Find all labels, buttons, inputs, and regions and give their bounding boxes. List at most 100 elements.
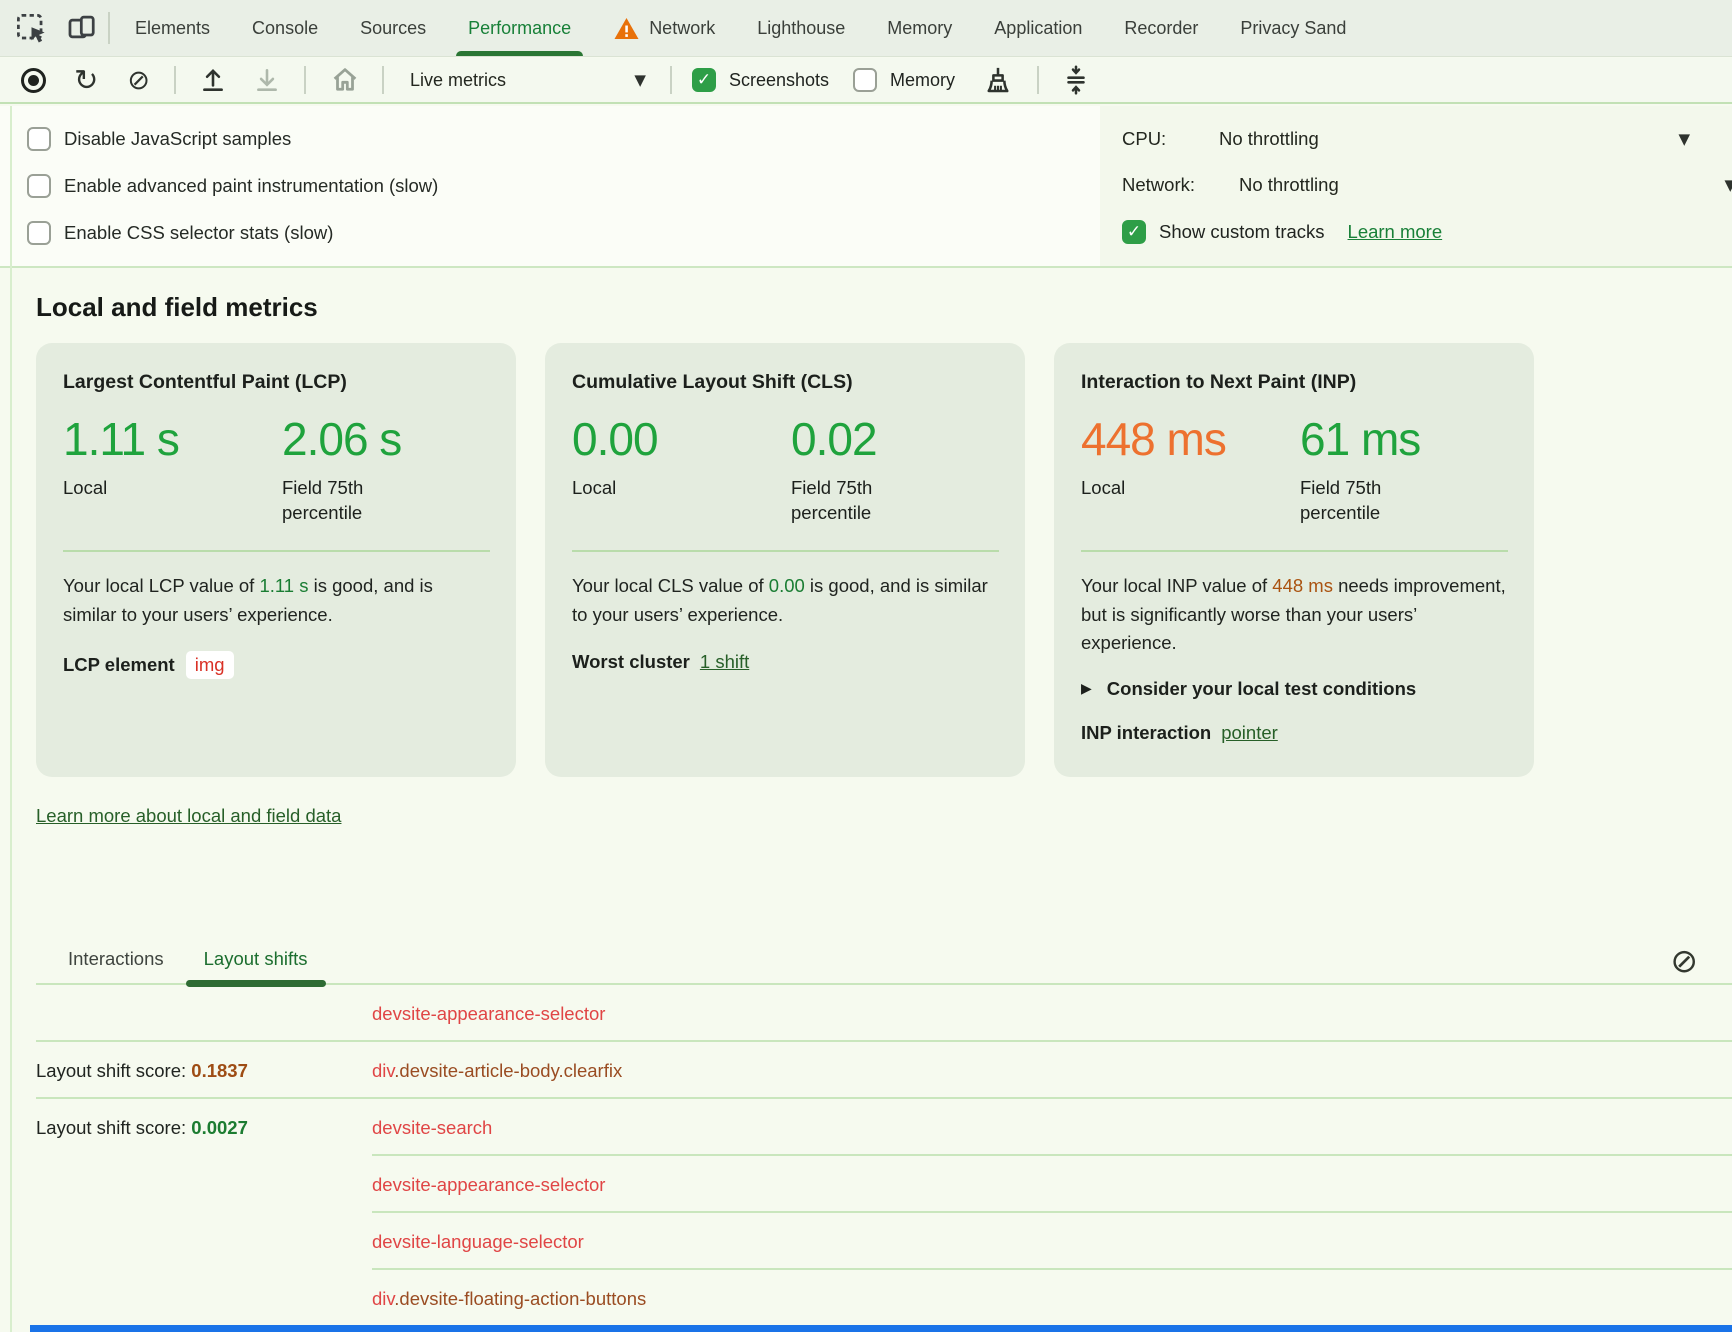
tab-label: Console (252, 18, 318, 39)
chevron-down-icon: ▼ (634, 71, 646, 89)
checkbox-box[interactable]: ✓ (27, 174, 51, 198)
checkbox-label: Disable JavaScript samples (64, 128, 291, 150)
tab-network[interactable]: Network (592, 0, 736, 56)
custom-tracks-learn-more-link[interactable]: Learn more (1348, 221, 1443, 243)
tab-memory[interactable]: Memory (866, 0, 973, 56)
panel-mode-select[interactable]: Live metrics ▼ (392, 70, 660, 91)
network-throttling-label: Network: (1122, 174, 1239, 196)
checkbox-label: Enable CSS selector stats (slow) (64, 222, 333, 244)
divider (572, 550, 999, 552)
inspect-element-icon[interactable] (16, 13, 47, 44)
cpu-throttling-row: CPU: No throttling ▼ (1122, 128, 1732, 150)
logs-tab-bar: InteractionsLayout shifts ⊘ (36, 939, 1732, 985)
chevron-down-icon[interactable]: ▼ (1724, 176, 1732, 194)
setting-checkbox-disable-javascript-samples[interactable]: ✓ Disable JavaScript samples (27, 127, 438, 151)
collect-garbage-icon[interactable] (983, 65, 1013, 95)
record-icon[interactable] (21, 68, 46, 93)
inp-card-title: Interaction to Next Paint (INP) (1081, 371, 1508, 394)
lcp-element-node-badge[interactable]: img (186, 651, 234, 679)
panel-mode-value: Live metrics (410, 70, 506, 91)
tabbar-tabs: Elements Console Sources Performance Network… (114, 0, 1367, 56)
tab-label: Lighthouse (757, 18, 845, 39)
checkbox-box[interactable]: ✓ (27, 127, 51, 151)
tab-label: Recorder (1124, 18, 1198, 39)
inp-local-value: 448 ms (1081, 412, 1300, 466)
layout-shift-row: devsite-appearance-selector (36, 1156, 1732, 1213)
local-test-conditions-disclosure[interactable]: ▶ Consider your local test conditions (1081, 678, 1508, 700)
screenshots-checkbox-box[interactable]: ✓ (692, 68, 716, 92)
inp-field-value: 61 ms (1300, 412, 1435, 466)
tab-elements[interactable]: Elements (114, 0, 231, 56)
setting-checkbox-enable-css-selector[interactable]: ✓ Enable CSS selector stats (slow) (27, 221, 438, 245)
cpu-throttling-select[interactable]: No throttling (1219, 128, 1319, 150)
home-live-metrics-icon[interactable] (330, 65, 360, 95)
element-link[interactable]: div.devsite-floating-action-buttons (372, 1288, 646, 1310)
tab-lighthouse[interactable]: Lighthouse (736, 0, 866, 56)
tab-recorder[interactable]: Recorder (1103, 0, 1219, 56)
inp-interaction-link[interactable]: pointer (1221, 722, 1278, 744)
element-link[interactable]: devsite-appearance-selector (372, 1003, 605, 1025)
layout-shift-row: div.devsite-floating-action-buttons (36, 1270, 1732, 1327)
inp-card: Interaction to Next Paint (INP) 448 ms L… (1054, 343, 1534, 777)
checkbox-box[interactable]: ✓ (27, 221, 51, 245)
tabbar-separator (108, 12, 110, 44)
load-profile-icon[interactable] (199, 66, 227, 94)
worst-cluster-label: Worst cluster (572, 651, 690, 673)
element-link[interactable]: devsite-language-selector (372, 1231, 584, 1253)
element-link[interactable]: devsite-search (372, 1117, 492, 1139)
tab-application[interactable]: Application (973, 0, 1103, 56)
cls-local-label: Local (572, 476, 707, 501)
layout-shift-score: Layout shift score: 0.0027 (36, 1117, 372, 1139)
inp-interaction-label: INP interaction (1081, 722, 1211, 744)
learn-more-field-data-link[interactable]: Learn more about local and field data (36, 805, 341, 827)
reload-and-record-icon[interactable]: ↻ (74, 66, 98, 95)
lcp-card: Largest Contentful Paint (LCP) 1.11 s Lo… (36, 343, 516, 777)
screenshots-checkbox-label: Screenshots (729, 70, 829, 91)
tab-label: Sources (360, 18, 426, 39)
tab-performance[interactable]: Performance (447, 0, 592, 56)
layout-shift-score: Layout shift score: 0.1837 (36, 1060, 372, 1082)
network-throttling-select[interactable]: No throttling (1239, 174, 1339, 196)
divider (1081, 550, 1508, 552)
save-profile-icon[interactable] (253, 66, 281, 94)
cls-description: Your local CLS value of 0.00 is good, an… (572, 572, 999, 629)
collapse-expand-icon[interactable] (1061, 65, 1091, 95)
memory-checkbox-label: Memory (890, 70, 955, 91)
tab-label: Network (649, 18, 715, 39)
custom-tracks-label: Show custom tracks (1159, 221, 1325, 243)
lcp-local-label: Local (63, 476, 198, 501)
divider (63, 550, 490, 552)
setting-checkbox-enable-advanced-paint[interactable]: ✓Enable advanced paint instrumentation (… (27, 174, 438, 198)
logs-section: InteractionsLayout shifts ⊘ devsite-appea… (36, 939, 1732, 1327)
inp-interaction-row: INP interaction pointer (1081, 722, 1508, 744)
tab-label: Application (994, 18, 1082, 39)
network-throttling-row: Network: No throttling ▼ (1122, 174, 1732, 196)
custom-tracks-checkbox-box[interactable]: ✓ (1122, 220, 1146, 244)
performance-toolbar: ↻ ⊘ Live metrics ▼ ✓ Screenshots ✓ Memor… (0, 58, 1732, 104)
lcp-local-value: 1.11 s (63, 412, 282, 466)
tab-label: Privacy Sand (1240, 18, 1346, 39)
device-toolbar-icon[interactable] (67, 13, 98, 44)
tab-interactions[interactable]: Interactions (48, 948, 184, 983)
live-metrics-view: Local and field metrics Largest Contentf… (0, 270, 1732, 1332)
tab-console[interactable]: Console (231, 0, 339, 56)
element-link[interactable]: devsite-appearance-selector (372, 1174, 605, 1196)
tab-sources[interactable]: Sources (339, 0, 447, 56)
tab-privacy-sand[interactable]: Privacy Sand (1219, 0, 1367, 56)
lcp-field-label: Field 75th percentile (282, 476, 417, 526)
page-title: Local and field metrics (36, 292, 1732, 323)
worst-cluster-row: Worst cluster 1 shift (572, 651, 999, 673)
metric-cards: Largest Contentful Paint (LCP) 1.11 s Lo… (36, 343, 1732, 777)
custom-tracks-checkbox[interactable]: ✓ Show custom tracks Learn more (1122, 220, 1732, 244)
chevron-down-icon[interactable]: ▼ (1678, 130, 1690, 148)
memory-checkbox-box[interactable]: ✓ (853, 68, 877, 92)
screenshots-checkbox[interactable]: ✓ Screenshots (692, 68, 829, 92)
element-link[interactable]: div.devsite-article-body.clearfix (372, 1060, 622, 1082)
panel-left-border (10, 106, 12, 1332)
tab-layout-shifts[interactable]: Layout shifts (184, 948, 328, 983)
memory-checkbox[interactable]: ✓ Memory (853, 68, 955, 92)
cls-field-value: 0.02 (791, 412, 926, 466)
clear-log-icon[interactable]: ⊘ (1670, 944, 1698, 977)
worst-cluster-link[interactable]: 1 shift (700, 651, 749, 673)
clear-icon[interactable]: ⊘ (127, 67, 150, 94)
